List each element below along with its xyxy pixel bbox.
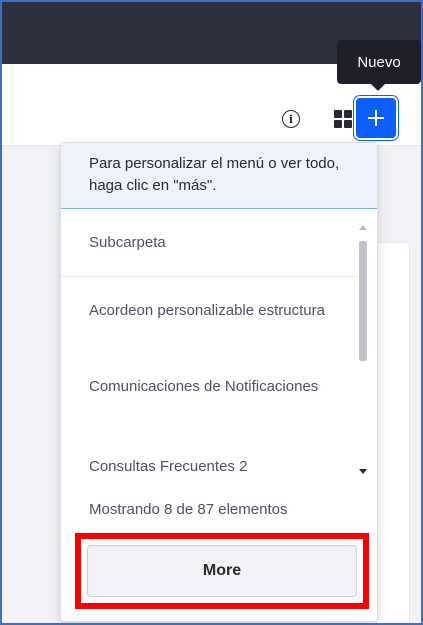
tooltip: Nuevo bbox=[337, 40, 421, 91]
list-item[interactable]: Acordeon personalizable estructura bbox=[61, 299, 357, 323]
grid-cell bbox=[334, 120, 342, 128]
grid-icon[interactable] bbox=[334, 110, 352, 128]
grid-cell bbox=[334, 110, 342, 118]
scroll-down-icon[interactable] bbox=[359, 469, 367, 474]
tooltip-text: Nuevo bbox=[357, 53, 401, 71]
more-button[interactable]: More bbox=[87, 545, 357, 597]
info-circle-icon[interactable]: i bbox=[282, 110, 300, 128]
grid-cell bbox=[344, 120, 352, 128]
page-frame: i Nuevo Para personalizar el menú o ver … bbox=[0, 0, 423, 625]
plus-icon bbox=[368, 110, 384, 126]
new-item-dropdown: Para personalizar el menú o ver todo, ha… bbox=[60, 142, 378, 622]
list-divider bbox=[61, 276, 357, 277]
list-item[interactable]: Subcarpeta bbox=[61, 231, 357, 255]
item-count-text: Mostrando 8 de 87 elementos bbox=[89, 501, 288, 518]
dropdown-scrollbar[interactable] bbox=[357, 221, 371, 481]
dropdown-help-text: Para personalizar el menú o ver todo, ha… bbox=[61, 143, 377, 209]
scroll-up-icon[interactable] bbox=[359, 225, 367, 230]
list-item[interactable]: Comunicaciones de Notificaciones bbox=[61, 375, 357, 399]
add-new-button[interactable] bbox=[354, 96, 398, 140]
list-item[interactable]: Consultas Frecuentes 2 bbox=[61, 455, 357, 479]
scroll-thumb[interactable] bbox=[359, 241, 367, 361]
grid-cell bbox=[344, 110, 352, 118]
